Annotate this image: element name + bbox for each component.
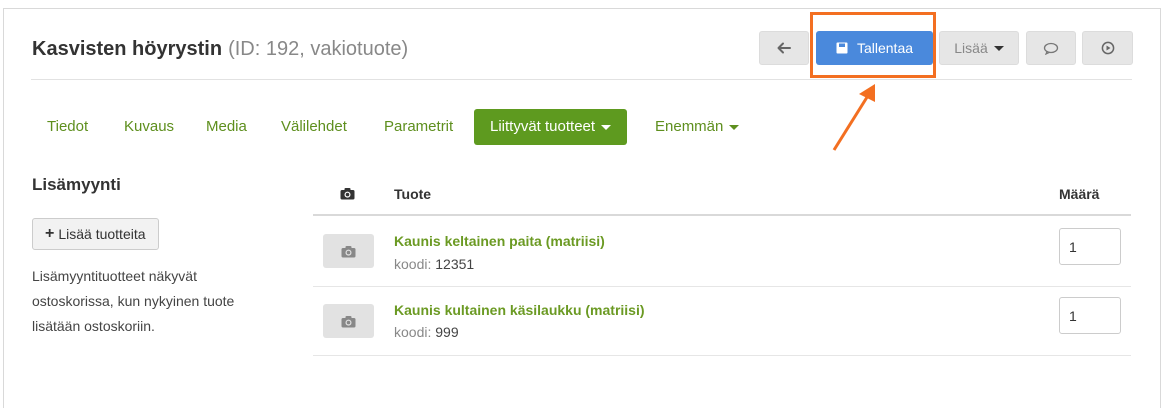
product-editor-panel [3, 8, 1161, 408]
preview-button[interactable] [1082, 31, 1133, 65]
tab-tiedot[interactable]: Tiedot [47, 109, 88, 145]
tab-enemman[interactable]: Enemmän [655, 109, 740, 145]
add-products-button[interactable]: + Lisää tuotteita [32, 218, 159, 250]
tab-enemman-label: Enemmän [655, 118, 724, 135]
chevron-down-icon [601, 124, 612, 130]
chevron-down-icon [993, 45, 1004, 51]
add-products-label: Lisää tuotteita [58, 226, 146, 242]
table-row-divider [313, 355, 1131, 356]
more-actions-dropdown[interactable]: Lisää [939, 31, 1019, 65]
column-header-image [340, 187, 355, 203]
product-code-label: koodi: [394, 256, 432, 272]
table-row-divider [313, 286, 1131, 287]
plus-icon: + [45, 225, 55, 242]
table-header-divider [313, 214, 1131, 216]
product-code-value: 12351 [435, 256, 475, 272]
quantity-input[interactable] [1059, 228, 1121, 265]
tab-liittyvat-tuotteet[interactable]: Liittyvät tuotteet [474, 109, 628, 145]
tab-valilehdet[interactable]: Välilehdet [281, 109, 347, 145]
section-title: Lisämyynti [32, 175, 121, 194]
product-code-value: 999 [435, 324, 459, 340]
column-header-product: Tuote [394, 186, 432, 202]
column-header-quantity: Määrä [1059, 186, 1100, 202]
product-id-subtitle: (ID: 192, vakiotuote) [228, 38, 409, 60]
comment-button[interactable] [1026, 31, 1076, 65]
annotation-arrow-icon [832, 84, 875, 151]
help-text: Lisämyyntituotteet näkyvät ostoskorissa,… [32, 268, 235, 334]
product-link[interactable]: Kaunis kultainen käsilaukku (matriisi) [394, 302, 645, 318]
arrow-left-icon [777, 42, 791, 54]
product-code: koodi: 12351 [394, 256, 474, 272]
save-button-highlight-box [810, 12, 936, 78]
product-thumbnail [323, 234, 374, 268]
quantity-input[interactable] [1059, 297, 1121, 334]
tab-media[interactable]: Media [206, 109, 247, 145]
camera-icon [341, 315, 356, 327]
product-link[interactable]: Kaunis keltainen paita (matriisi) [394, 233, 605, 249]
product-thumbnail [323, 304, 374, 338]
tab-kuvaus[interactable]: Kuvaus [124, 109, 174, 145]
header-divider [31, 79, 1132, 80]
speech-bubble-icon [1043, 42, 1059, 55]
product-code: koodi: 999 [394, 324, 459, 340]
product-code-label: koodi: [394, 324, 432, 340]
play-circle-icon [1101, 41, 1114, 55]
camera-icon [340, 188, 355, 200]
tab-parametrit[interactable]: Parametrit [384, 109, 453, 145]
back-button[interactable] [759, 31, 809, 65]
page-title: Kasvisten höyrystin (ID: 192, vakiotuote) [32, 38, 408, 61]
product-name: Kasvisten höyrystin [32, 38, 223, 60]
camera-icon [341, 245, 356, 257]
tab-liittyvat-tuotteet-label: Liittyvät tuotteet [490, 118, 596, 135]
more-actions-label: Lisää [954, 40, 988, 56]
chevron-down-icon [729, 124, 740, 130]
